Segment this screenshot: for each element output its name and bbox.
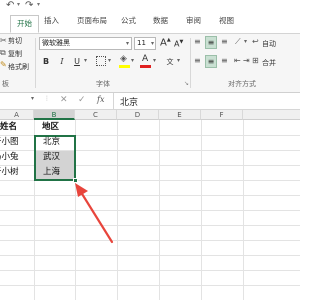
align-bottom-icon[interactable]: ≡ bbox=[221, 37, 228, 46]
font-size-value: 11 bbox=[137, 39, 146, 47]
formula-bar: ▾ ⋮ ✕ ✓ fx 北京 bbox=[0, 93, 300, 110]
cut-button[interactable]: 剪切 bbox=[8, 36, 22, 46]
ribbon-tabs: 开始 插入 页面布局 公式 数据 审阅 视图 bbox=[0, 13, 300, 34]
font-color-icon[interactable]: A bbox=[142, 54, 148, 64]
column-header-d[interactable]: D bbox=[117, 110, 159, 120]
merge-center-button[interactable]: 合并 bbox=[262, 58, 276, 68]
enter-icon[interactable]: ✓ bbox=[78, 95, 86, 105]
dialog-launcher-icon[interactable]: ↘ bbox=[184, 80, 189, 87]
tab-formulas[interactable]: 公式 bbox=[121, 15, 136, 26]
copy-icon: ⧉ bbox=[0, 48, 6, 57]
row-gridline bbox=[0, 195, 300, 196]
undo-icon[interactable]: ↶ bbox=[6, 0, 14, 11]
alignment-group-label: 对齐方式 bbox=[228, 80, 256, 88]
cell-b1[interactable]: 地区 bbox=[42, 120, 59, 135]
cell-a4[interactable]: 于小树 bbox=[0, 165, 19, 180]
cell-b2[interactable]: 北京 bbox=[43, 135, 60, 150]
increase-indent-icon[interactable]: ⇥ bbox=[243, 56, 250, 65]
fill-color-icon[interactable]: ◈ bbox=[120, 54, 127, 64]
chevron-down-icon[interactable]: ▾ bbox=[153, 57, 156, 64]
col-gridline bbox=[201, 120, 202, 300]
cell-b4[interactable]: 上海 bbox=[43, 165, 60, 180]
col-gridline bbox=[243, 120, 244, 300]
worksheet-grid[interactable]: A B C D E F 姓名 地区 于小图 北京 马小兔 武汉 于小树 上海 bbox=[0, 110, 300, 300]
wrap-text-icon: ↩ bbox=[252, 37, 259, 46]
tab-review[interactable]: 审阅 bbox=[186, 15, 201, 26]
font-color-swatch bbox=[140, 65, 151, 68]
font-group-label: 字体 bbox=[96, 80, 110, 88]
font-name-select[interactable]: 微软雅黑 ▾ bbox=[39, 37, 132, 50]
align-center-icon[interactable]: ≡ bbox=[205, 55, 217, 68]
tab-view[interactable]: 视图 bbox=[219, 15, 234, 26]
grow-font-button[interactable]: A▲ bbox=[160, 37, 171, 48]
align-left-icon[interactable]: ≡ bbox=[194, 56, 201, 65]
column-header-c[interactable]: C bbox=[75, 110, 117, 120]
chevron-down-icon[interactable]: ▾ bbox=[131, 57, 134, 64]
merge-icon: ⊞ bbox=[252, 56, 259, 65]
quick-access-toolbar: ↶ ▾ ↷ ▾ bbox=[0, 0, 300, 13]
align-top-icon[interactable]: ≡ bbox=[194, 37, 201, 46]
chevron-down-icon: ▾ bbox=[125, 40, 129, 47]
ribbon-home: ✂ 剪切 ⧉ 复制 ✎ 格式刷 板 微软雅黑 ▾ 11 ▾ A▲ A▼ B I … bbox=[0, 34, 300, 93]
chevron-down-icon[interactable]: ▾ bbox=[177, 57, 180, 64]
row-gridline bbox=[0, 285, 300, 286]
col-gridline bbox=[159, 120, 160, 300]
clipboard-group-label: 板 bbox=[2, 80, 9, 88]
tab-page-layout[interactable]: 页面布局 bbox=[77, 15, 107, 26]
column-header-e[interactable]: E bbox=[159, 110, 201, 120]
font-size-select[interactable]: 11 ▾ bbox=[134, 37, 156, 50]
phonetic-button[interactable]: 文 bbox=[164, 56, 176, 67]
cell-a1[interactable]: 姓名 bbox=[0, 120, 17, 135]
resize-dots-icon: ⋮ bbox=[44, 95, 50, 102]
cell-b3[interactable]: 武汉 bbox=[43, 150, 60, 165]
format-painter-button[interactable]: 格式刷 bbox=[8, 62, 29, 72]
insert-function-button[interactable]: fx bbox=[97, 95, 104, 104]
format-painter-icon: ✎ bbox=[0, 60, 7, 69]
decrease-indent-icon[interactable]: ⇤ bbox=[234, 56, 241, 65]
cut-icon: ✂ bbox=[0, 36, 7, 45]
bold-button[interactable]: B bbox=[40, 56, 52, 67]
fill-color-swatch bbox=[119, 65, 130, 68]
row-gridline bbox=[0, 225, 300, 226]
chevron-down-icon[interactable]: ▾ bbox=[108, 57, 111, 64]
cell-a2[interactable]: 于小图 bbox=[0, 135, 19, 150]
undo-dropdown-icon[interactable]: ▾ bbox=[17, 1, 20, 8]
copy-button[interactable]: 复制 bbox=[8, 49, 22, 59]
column-header-a[interactable]: A bbox=[0, 110, 34, 120]
formula-input[interactable]: 北京 bbox=[120, 95, 138, 108]
column-header-b[interactable]: B bbox=[34, 110, 75, 120]
name-box[interactable]: ▾ bbox=[0, 95, 36, 107]
column-header-f[interactable]: F bbox=[201, 110, 243, 120]
group-divider bbox=[190, 38, 191, 88]
row-gridline bbox=[0, 255, 300, 256]
borders-icon[interactable] bbox=[96, 56, 106, 66]
tab-home[interactable]: 开始 bbox=[10, 15, 39, 33]
chevron-down-icon[interactable]: ▾ bbox=[31, 95, 34, 102]
row-gridline bbox=[0, 240, 300, 241]
tab-insert[interactable]: 插入 bbox=[44, 15, 59, 26]
qat-customize-icon[interactable]: ▾ bbox=[37, 1, 40, 8]
underline-button[interactable]: U bbox=[71, 56, 83, 67]
row-gridline bbox=[0, 270, 300, 271]
orientation-icon[interactable]: ⟋ bbox=[235, 37, 241, 47]
row-gridline bbox=[0, 210, 300, 211]
formula-divider bbox=[113, 93, 114, 109]
shrink-font-button[interactable]: A▼ bbox=[174, 39, 183, 49]
cell-a3[interactable]: 马小兔 bbox=[0, 150, 19, 165]
column-header-blank bbox=[243, 110, 300, 120]
chevron-down-icon[interactable]: ▾ bbox=[244, 38, 247, 45]
wrap-text-button[interactable]: 自动 bbox=[262, 39, 276, 49]
font-name-value: 微软雅黑 bbox=[42, 39, 70, 47]
align-right-icon[interactable]: ≡ bbox=[221, 56, 228, 65]
italic-button[interactable]: I bbox=[56, 56, 68, 67]
chevron-down-icon: ▾ bbox=[150, 40, 154, 47]
chevron-down-icon[interactable]: ▾ bbox=[84, 57, 87, 64]
group-divider bbox=[35, 38, 36, 88]
annotation-arrow bbox=[75, 183, 114, 244]
cancel-icon[interactable]: ✕ bbox=[60, 95, 68, 105]
align-middle-icon[interactable]: ≡ bbox=[205, 36, 217, 49]
redo-icon[interactable]: ↷ bbox=[25, 0, 33, 11]
tab-data[interactable]: 数据 bbox=[153, 15, 168, 26]
